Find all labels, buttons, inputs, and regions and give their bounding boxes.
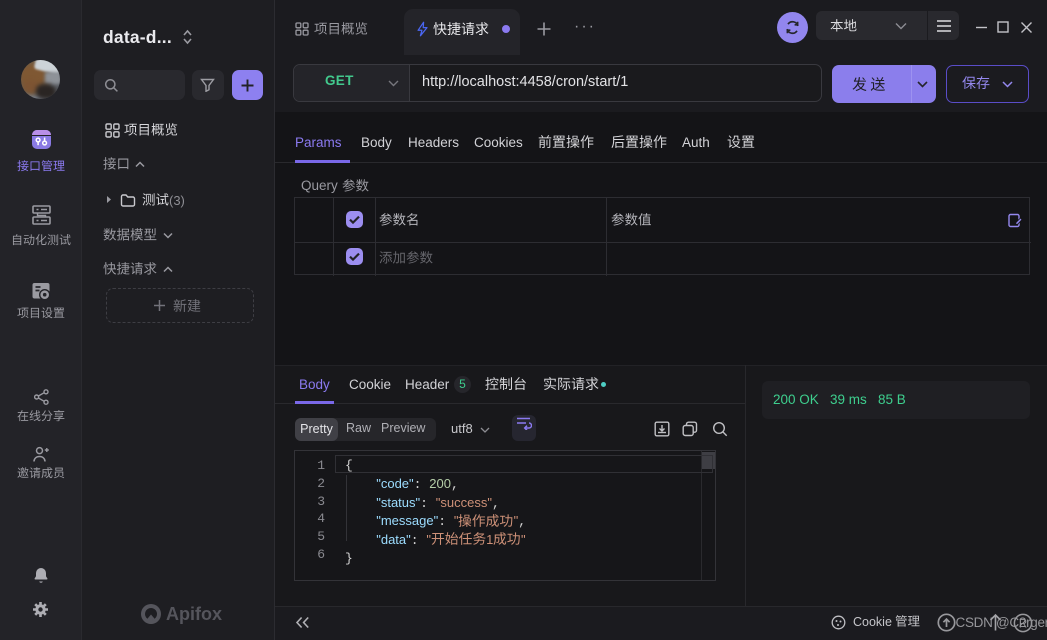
- svg-text:R: R: [1019, 618, 1027, 630]
